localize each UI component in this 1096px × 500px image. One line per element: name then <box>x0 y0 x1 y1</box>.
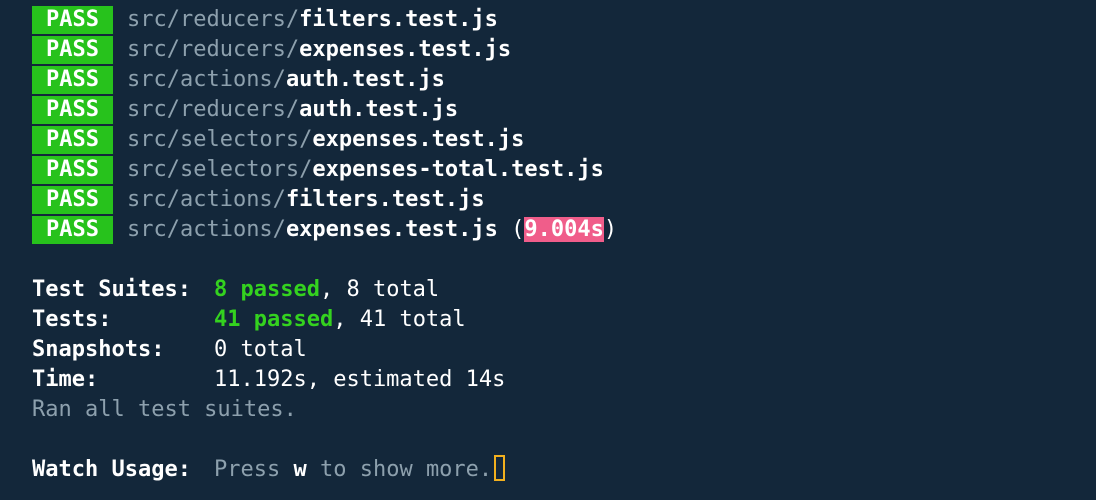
test-file-dir: src/actions/ <box>126 187 286 212</box>
watch-rest-text: to show more. <box>306 457 493 482</box>
close-paren: ) <box>603 217 618 242</box>
test-file-dir: src/reducers/ <box>126 7 300 32</box>
test-result-row: PASS src/selectors/expenses.test.js <box>32 125 1096 155</box>
watch-usage-label: Watch Usage: <box>32 457 191 482</box>
test-result-row: PASS src/reducers/expenses.test.js <box>32 35 1096 65</box>
passed-count: 41 passed <box>214 307 334 332</box>
slow-test-duration: 9.004s <box>524 217 604 242</box>
test-file-dir: src/selectors/ <box>126 157 313 182</box>
pass-badge: PASS <box>32 216 113 244</box>
test-file-dir: src/actions/ <box>126 67 286 92</box>
terminal-cursor[interactable] <box>494 455 506 481</box>
ran-all-message: Ran all test suites. <box>32 395 1096 425</box>
test-result-row: PASS src/actions/auth.test.js <box>32 65 1096 95</box>
test-file-dir: src/actions/ <box>126 217 286 242</box>
pass-badge: PASS <box>32 96 113 124</box>
pass-badge: PASS <box>32 186 113 214</box>
total-count: , 41 total <box>333 307 466 332</box>
watch-usage-row[interactable]: Watch Usage: Press w to show more. <box>32 455 1096 485</box>
open-paren: ( <box>497 217 525 242</box>
snapshots-value: 0 total <box>214 337 307 362</box>
test-result-row: PASS src/actions/filters.test.js <box>32 185 1096 215</box>
test-file-name: expenses.test.js <box>285 217 498 242</box>
passed-count: 8 passed <box>214 277 320 302</box>
pass-badge: PASS <box>32 36 113 64</box>
summary-time-row: Time: 11.192s, estimated 14s <box>32 365 1096 395</box>
test-result-row: PASS src/reducers/auth.test.js <box>32 95 1096 125</box>
pass-badge: PASS <box>32 126 113 154</box>
test-result-row: PASS src/selectors/expenses-total.test.js <box>32 155 1096 185</box>
test-result-row: PASS src/reducers/filters.test.js <box>32 5 1096 35</box>
summary-label: Time: <box>32 367 99 392</box>
test-file-name: auth.test.js <box>299 97 459 122</box>
test-file-dir: src/reducers/ <box>126 97 300 122</box>
test-result-row: PASS src/actions/expenses.test.js (9.004s… <box>32 215 1096 245</box>
pass-badge: PASS <box>32 156 113 184</box>
time-value: 11.192s, estimated 14s <box>214 367 506 392</box>
watch-key: w <box>293 457 307 482</box>
summary-snapshots-row: Snapshots: 0 total <box>32 335 1096 365</box>
test-file-name: filters.test.js <box>299 7 498 32</box>
test-file-name: expenses-total.test.js <box>312 157 604 182</box>
summary-label: Test Suites: <box>32 277 191 302</box>
test-file-name: filters.test.js <box>285 187 485 212</box>
test-file-dir: src/reducers/ <box>126 37 300 62</box>
terminal-window[interactable]: PASS src/reducers/filters.test.js PASS src… <box>0 0 1096 500</box>
pass-badge: PASS <box>32 6 113 34</box>
test-file-name: expenses.test.js <box>299 37 512 62</box>
summary-label: Snapshots: <box>32 337 165 362</box>
test-file-dir: src/selectors/ <box>126 127 313 152</box>
test-file-name: expenses.test.js <box>312 127 525 152</box>
total-count: , 8 total <box>319 277 440 302</box>
watch-press-text: Press <box>214 457 294 482</box>
ran-all-text: Ran all test suites. <box>32 397 297 422</box>
pass-badge: PASS <box>32 66 113 94</box>
summary-tests-row: Tests: 41 passed, 41 total <box>32 305 1096 335</box>
test-file-name: auth.test.js <box>285 67 445 92</box>
summary-suites-row: Test Suites: 8 passed, 8 total <box>32 275 1096 305</box>
summary-label: Tests: <box>32 307 112 332</box>
